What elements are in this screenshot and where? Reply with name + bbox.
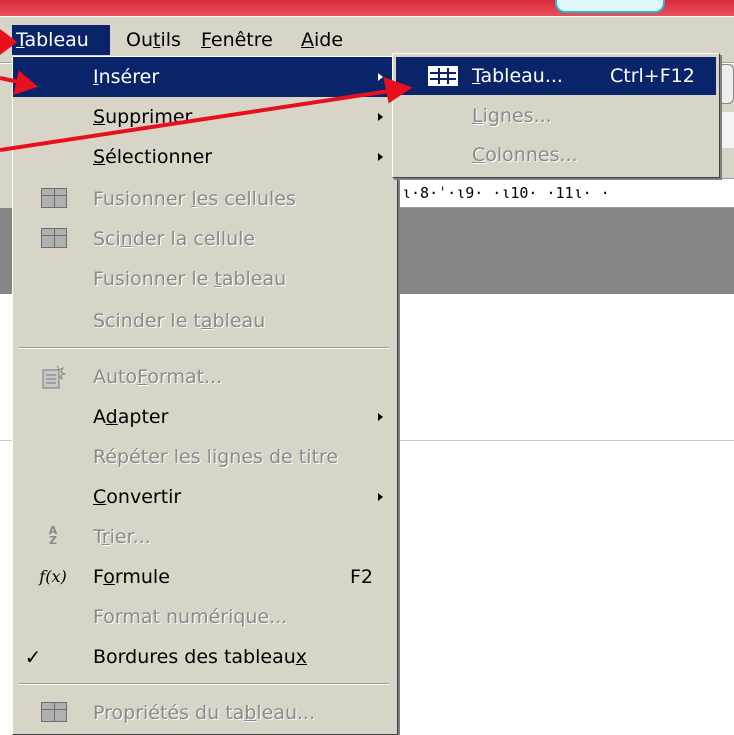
menu-item-bordures-tableaux[interactable]: ✓ Bordures des tableaux — [13, 637, 395, 677]
submenu-item-lignes[interactable]: Lignes... — [396, 97, 716, 135]
insert-table-icon — [428, 66, 458, 86]
menu-item-scinder-cellule[interactable]: Scinder la cellule — [13, 219, 395, 259]
menu-item-adapter[interactable]: Adapter — [13, 397, 395, 437]
menubar-fenetre[interactable]: Fenêtre — [197, 25, 277, 55]
menu-item-convertir[interactable]: Convertir — [13, 477, 395, 517]
submenu-arrow-icon — [378, 413, 383, 421]
menu-item-inserer[interactable]: Insérer — [13, 57, 395, 97]
menu-item-formule[interactable]: f(x) Formule F2 — [13, 557, 395, 597]
menu-item-repeter-titres[interactable]: Répéter les lignes de titre — [13, 437, 395, 477]
submenu-arrow-icon — [378, 153, 383, 161]
menu-item-scinder-tableau[interactable]: Scinder le tableau — [13, 301, 395, 341]
split-cells-icon — [41, 228, 67, 248]
menubar-outils[interactable]: Outils — [122, 25, 185, 55]
merge-cells-icon — [41, 188, 67, 208]
menu-item-fusionner-tableau[interactable]: Fusionner le tableau — [13, 259, 395, 299]
autoformat-icon — [39, 364, 67, 390]
horizontal-ruler[interactable]: ι·8·ˈ·ι9· ·ι10· ·11ι· · — [396, 178, 734, 208]
toolbar-strip — [718, 112, 734, 148]
inserer-submenu: Tableau... Ctrl+F12 Lignes... Colonnes..… — [392, 53, 720, 178]
submenu-arrow-icon — [378, 73, 383, 81]
submenu-arrow-icon — [378, 113, 383, 121]
sort-icon: AZ — [48, 524, 58, 547]
submenu-item-colonnes[interactable]: Colonnes... — [396, 136, 716, 174]
top-decoration-tab — [555, 0, 665, 13]
menu-item-autoformat[interactable]: AutoFormat... — [13, 357, 395, 397]
menu-item-format-numerique[interactable]: Format numérique... — [13, 597, 395, 637]
submenu-arrow-icon — [378, 493, 383, 501]
menubar-aide[interactable]: Aide — [297, 25, 347, 55]
table-properties-icon — [41, 702, 67, 722]
menu-item-fusionner-cellules[interactable]: Fusionner les cellules — [13, 179, 395, 219]
menu-item-selectionner[interactable]: Sélectionner — [13, 137, 395, 177]
menu-separator — [19, 347, 389, 349]
submenu-item-tableau[interactable]: Tableau... Ctrl+F12 — [396, 57, 716, 95]
menu-item-proprietes-tableau[interactable]: Propriétés du tableau... — [13, 693, 395, 733]
menu-item-trier[interactable]: AZ Trier... — [13, 517, 395, 557]
menubar-tableau[interactable]: Tableau — [12, 25, 110, 55]
formula-icon: f(x) — [39, 567, 67, 586]
menu-item-supprimer[interactable]: Supprimer — [13, 97, 395, 137]
tableau-menu: Insérer Supprimer Sélectionner Fusionner… — [12, 56, 398, 735]
menu-separator — [19, 683, 389, 685]
check-icon: ✓ — [24, 645, 42, 669]
toolbar-button[interactable] — [718, 64, 734, 104]
